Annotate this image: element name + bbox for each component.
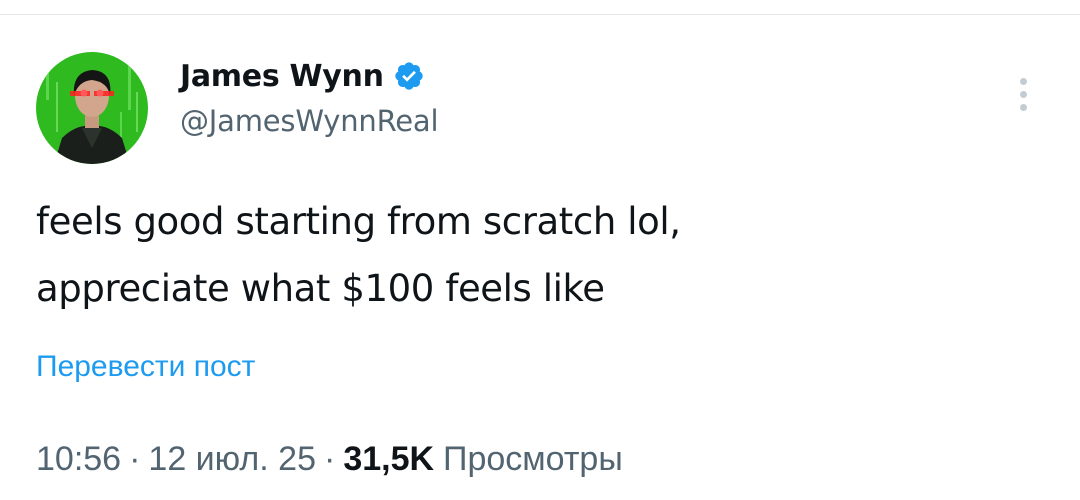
author-display-name[interactable]: James Wynn — [180, 59, 384, 94]
more-options-icon[interactable] — [1006, 74, 1040, 114]
top-divider — [0, 14, 1080, 15]
tweet-text-line: feels good starting from scratch lol, — [36, 200, 681, 243]
tweet-date[interactable]: 12 июл. 25 — [148, 440, 316, 479]
meta-separator: · — [129, 440, 141, 478]
more-dot — [1019, 103, 1027, 111]
more-dot — [1019, 90, 1027, 98]
views-label[interactable]: Просмотры — [443, 440, 623, 479]
avatar[interactable] — [36, 52, 148, 164]
tweet-time[interactable]: 10:56 — [36, 440, 121, 479]
avatar-image — [36, 52, 148, 164]
views-count[interactable]: 31,5K — [343, 440, 434, 479]
translate-post-link[interactable]: Перевести пост — [36, 350, 255, 384]
meta-separator: · — [323, 440, 336, 478]
more-dot — [1019, 77, 1027, 85]
author-handle[interactable]: @JamesWynnReal — [180, 104, 439, 138]
author-name-row: James Wynn — [180, 55, 425, 97]
tweet-meta: 10:56 · 12 июл. 25 · 31,5K Просмотры — [36, 440, 623, 479]
tweet-text: feels good starting from scratch lol, ap… — [36, 188, 1046, 322]
verified-badge-icon[interactable] — [393, 60, 425, 92]
tweet-text-line: appreciate what $100 feels like — [36, 267, 605, 310]
